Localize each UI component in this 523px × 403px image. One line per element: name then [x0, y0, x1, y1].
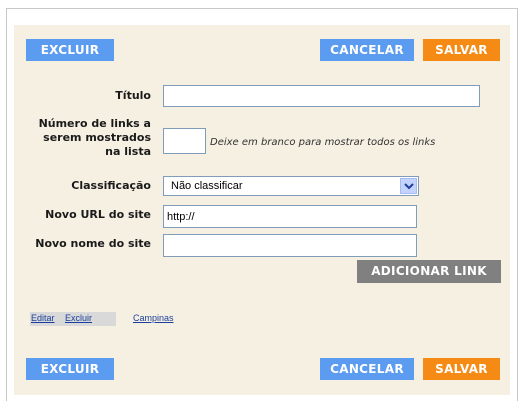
title-label: Título: [115, 89, 151, 102]
save-button-bottom[interactable]: SALVAR: [423, 358, 500, 380]
link-count-input[interactable]: [163, 128, 206, 154]
link-count-label-line2: serem mostrados: [43, 131, 151, 144]
link-count-label: Número de links a serem mostrados na lis…: [39, 117, 151, 159]
cancel-button-top[interactable]: CANCELAR: [320, 39, 414, 61]
delete-button-bottom[interactable]: EXCLUIR: [26, 358, 114, 380]
title-input[interactable]: [163, 85, 480, 107]
cancel-button-bottom[interactable]: CANCELAR: [320, 358, 414, 380]
new-name-label: Novo nome do site: [35, 237, 151, 250]
add-link-button[interactable]: ADICIONAR LINK: [357, 260, 501, 283]
sort-select-value: Não classificar: [171, 180, 243, 192]
delete-link[interactable]: Excluir: [65, 313, 92, 323]
link-count-hint: Deixe em branco para mostrar todos os li…: [210, 137, 436, 148]
fields-link[interactable]: Campinas: [133, 313, 174, 323]
link-count-label-line1: Número de links a: [38, 117, 151, 130]
edit-link[interactable]: Editar: [31, 313, 55, 323]
new-name-input[interactable]: [163, 234, 417, 257]
link-count-label-line3: na lista: [105, 145, 151, 158]
chevron-down-icon[interactable]: [400, 178, 417, 194]
new-url-label: Novo URL do site: [45, 208, 151, 221]
delete-button-top[interactable]: EXCLUIR: [26, 39, 114, 61]
sort-select[interactable]: Não classificar: [163, 176, 419, 196]
sort-label: Classificação: [71, 179, 151, 192]
save-button-top[interactable]: SALVAR: [423, 39, 500, 61]
new-url-input[interactable]: [163, 205, 417, 228]
